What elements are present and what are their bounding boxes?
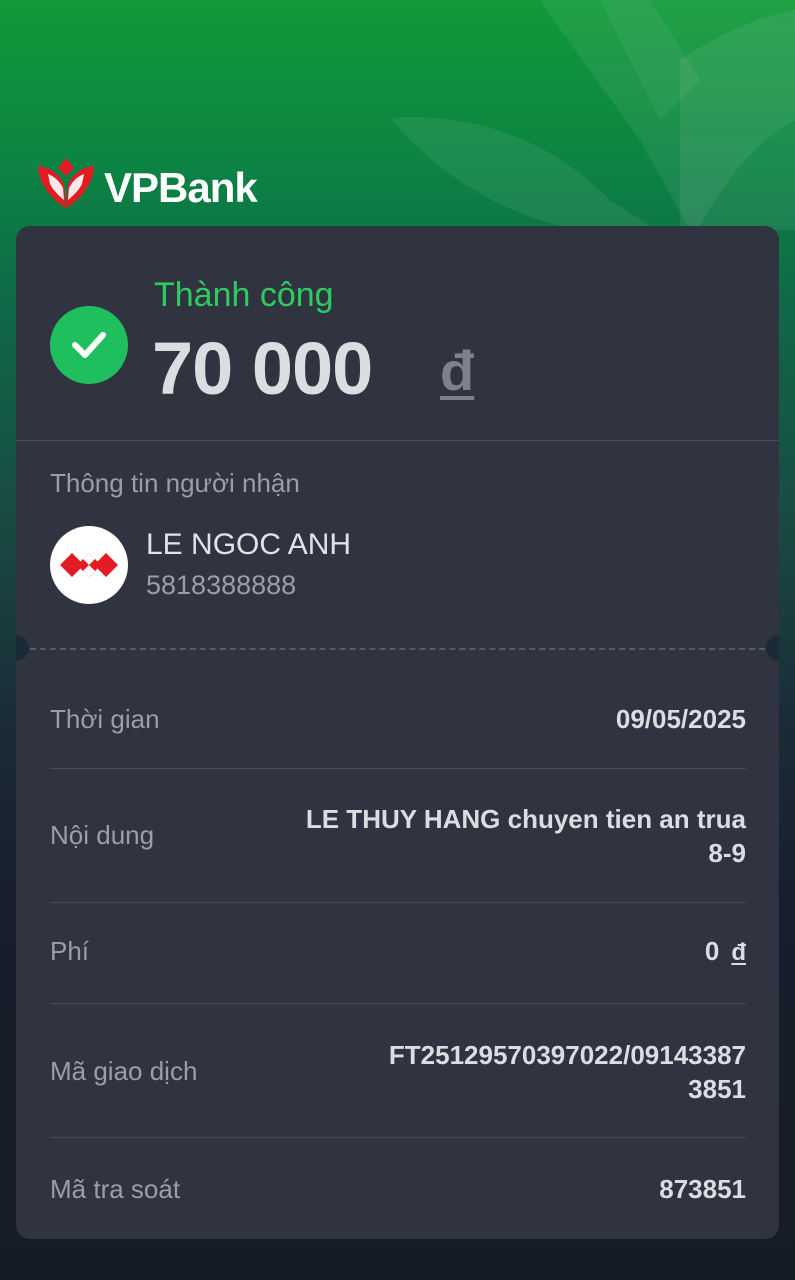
transaction-receipt-card: Thành công 70 000 đ Thông tin người nhận… <box>16 226 779 1239</box>
row-divider <box>50 1003 746 1004</box>
transaction-id-line1: FT25129570397022/09143387 <box>388 1040 746 1070</box>
recipient-account-number: 5818388888 <box>146 570 297 600</box>
fee-currency: đ <box>731 939 746 966</box>
dashed-separator <box>30 648 765 650</box>
fee-amount: 0 <box>704 936 720 966</box>
transaction-status: Thành công <box>154 276 334 314</box>
trace-code-label: Mã tra soát <box>50 1174 181 1204</box>
bank-logo-avatar <box>50 526 128 604</box>
detail-row-transaction-id: Mã giao dịch FT25129570397022/09143387 3… <box>50 1036 746 1108</box>
row-divider <box>50 1137 746 1138</box>
time-value: 09/05/2025 <box>615 704 746 734</box>
success-check-icon <box>50 306 128 384</box>
content-value-line1: LE THUY HANG chuyen tien an trua <box>305 804 746 834</box>
trace-code-value[interactable]: 873851 <box>659 1172 746 1206</box>
content-label: Nội dung <box>50 820 155 850</box>
ticket-notch-left <box>16 635 29 661</box>
detail-row-fee: Phí 0đ <box>50 934 746 974</box>
transaction-id-value[interactable]: FT25129570397022/09143387 3851 <box>389 1038 746 1106</box>
currency-symbol: đ <box>440 339 475 402</box>
transaction-id-label: Mã giao dịch <box>50 1056 198 1086</box>
vpbank-logo-mark-icon <box>38 158 94 208</box>
time-label: Thời gian <box>50 704 160 734</box>
recipient-section-title: Thông tin người nhận <box>50 468 300 498</box>
row-divider <box>50 902 746 903</box>
fee-label: Phí <box>50 936 90 966</box>
detail-row-content: Nội dung LE THUY HANG chuyen tien an tru… <box>50 800 746 872</box>
recipient-name: LE NGOC ANH <box>146 528 352 561</box>
fee-value: 0đ <box>705 934 746 970</box>
divider <box>16 440 779 441</box>
transaction-id-line2: 3851 <box>688 1074 746 1104</box>
techcombank-logo-icon <box>60 553 118 577</box>
detail-row-trace-code: Mã tra soát 873851 <box>50 1172 746 1212</box>
transaction-amount: 70 000 <box>152 327 373 410</box>
row-divider <box>50 768 746 769</box>
detail-row-time: Thời gian 09/05/2025 <box>50 702 746 742</box>
content-value: LE THUY HANG chuyen tien an trua 8-9 <box>306 802 746 870</box>
vpbank-logo: VPBank <box>34 152 274 216</box>
vpbank-logo-text: VPBank <box>104 164 258 211</box>
ticket-notch-right <box>766 635 779 661</box>
content-value-line2: 8-9 <box>708 838 746 868</box>
